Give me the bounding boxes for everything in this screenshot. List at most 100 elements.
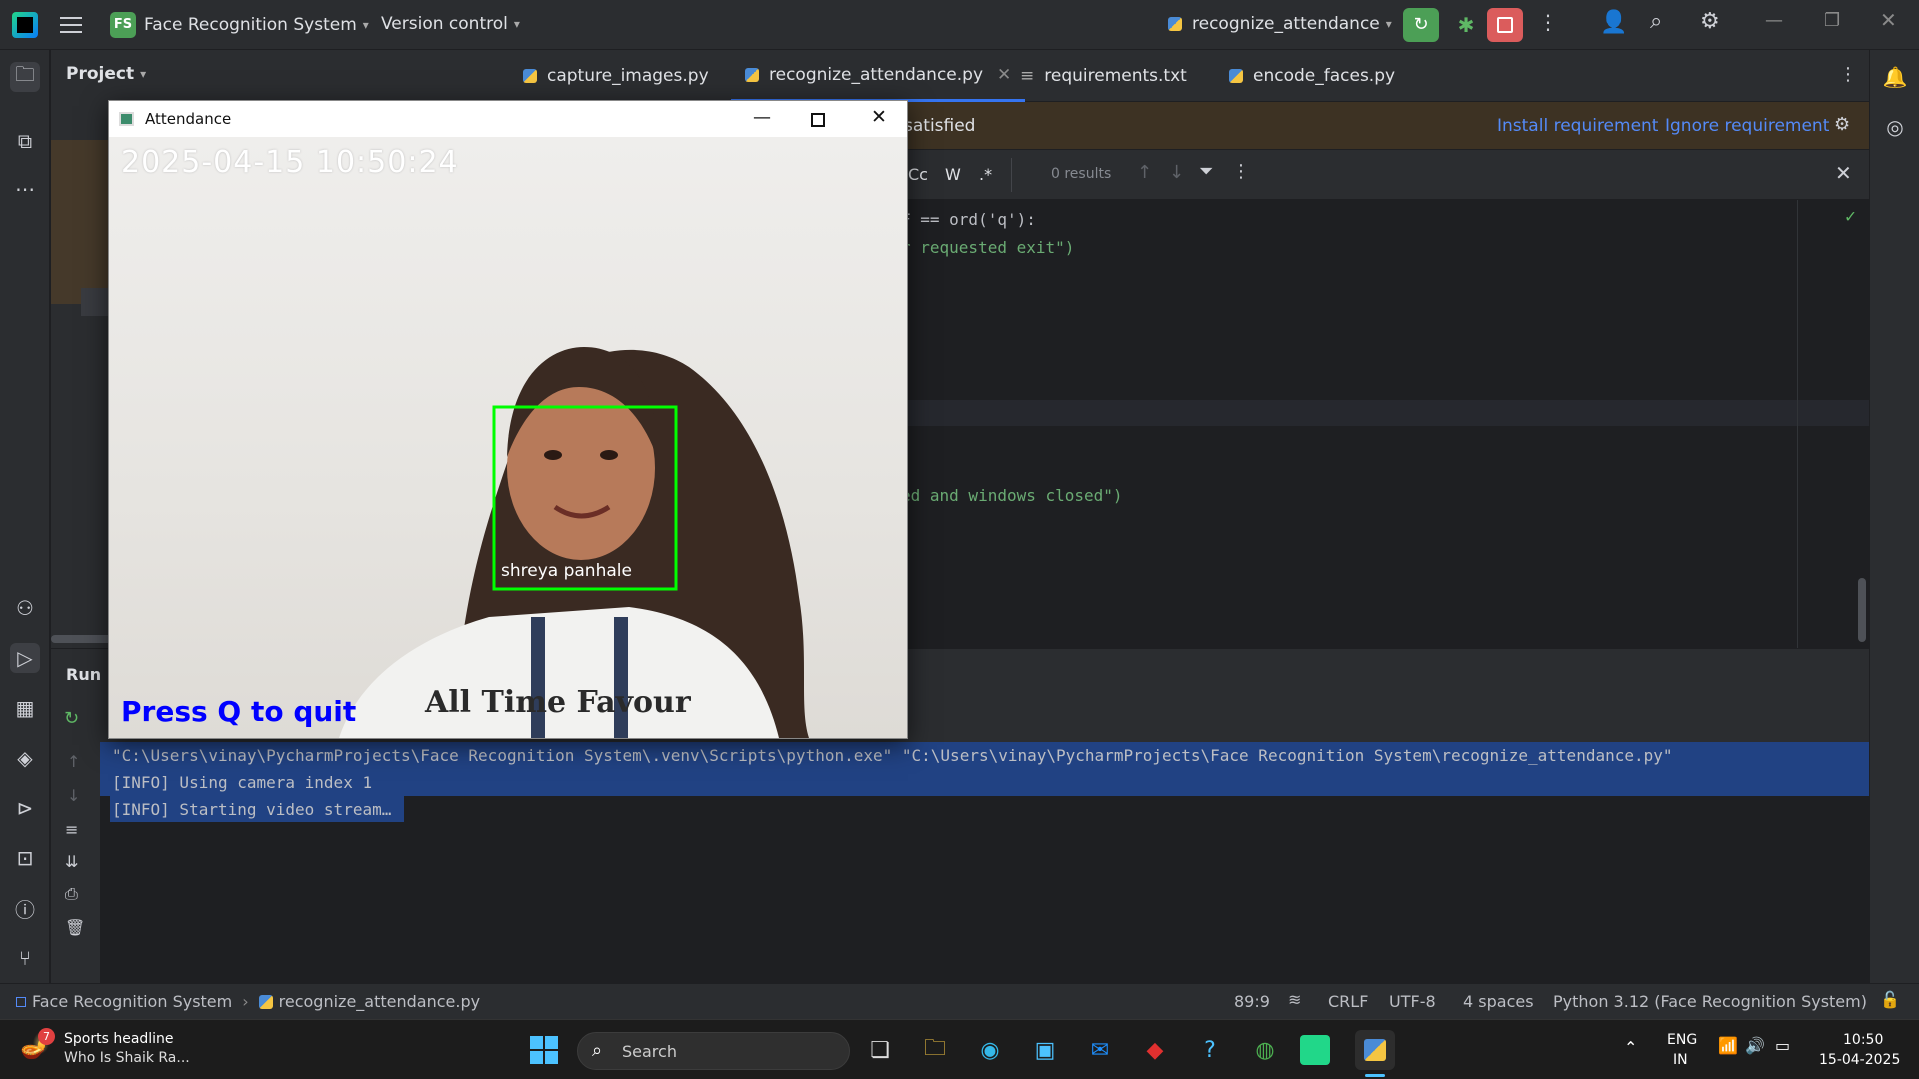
file-explorer-icon[interactable]: 🗀 xyxy=(915,1030,955,1070)
wifi-icon[interactable]: 📶 xyxy=(1718,1036,1738,1055)
tab-options-icon[interactable]: ⋮ xyxy=(1839,64,1857,85)
search-icon[interactable]: ⌕ xyxy=(1650,9,1662,34)
whole-word-toggle[interactable]: W xyxy=(945,165,961,184)
ai-assistant-icon[interactable]: ◎ xyxy=(1880,112,1910,142)
scroll-to-end-icon[interactable]: ⇊ xyxy=(65,852,78,871)
next-occurrence-icon[interactable]: ↓ xyxy=(1169,162,1184,183)
rerun-button[interactable]: ↻ xyxy=(1403,8,1439,42)
help-icon[interactable]: ? xyxy=(1190,1030,1230,1070)
news-widget[interactable]: 🪔 7 Sports headline Who Is Shaik Ra... xyxy=(20,1028,200,1072)
project-panel-header[interactable]: Project ▾ xyxy=(66,64,146,84)
scroll-up-icon[interactable]: ↑ xyxy=(67,752,80,771)
search-icon: ⌕ xyxy=(592,1040,603,1061)
outlook-icon[interactable]: ✉ xyxy=(1080,1030,1120,1070)
settings-gear-icon[interactable]: ⚙ xyxy=(1700,9,1720,34)
ignore-requirement-link[interactable]: Ignore requirement xyxy=(1665,116,1829,136)
pycharm-taskbar-icon[interactable] xyxy=(1300,1035,1330,1065)
services-icon[interactable]: ⊳ xyxy=(10,793,40,823)
run-config-selector[interactable]: recognize_attendance ▾ xyxy=(1168,14,1392,34)
tab-requirements[interactable]: ≡ requirements.txt xyxy=(1006,50,1201,102)
line-ending[interactable]: CRLF xyxy=(1328,992,1368,1011)
soft-wrap-icon[interactable]: ≡ xyxy=(65,820,78,839)
close-icon[interactable]: ✕ xyxy=(871,106,887,128)
install-requirement-link[interactable]: Install requirement xyxy=(1497,116,1658,136)
more-actions-icon[interactable]: ⋮ xyxy=(1538,10,1558,34)
layers-icon[interactable]: ◈ xyxy=(10,743,40,773)
git-icon[interactable]: ⑂ xyxy=(10,943,40,973)
structure-icon[interactable]: ⧉ xyxy=(10,126,40,156)
match-case-toggle[interactable]: Cc xyxy=(908,165,928,184)
chevron-down-icon: ▾ xyxy=(140,67,147,81)
minimize-window-icon[interactable]: — xyxy=(1765,10,1783,31)
attendance-window[interactable]: Attendance — ✕ 2025-04-15 10:50:24 shrey… xyxy=(108,100,908,739)
run-tool-icon[interactable]: ▷ xyxy=(10,643,40,673)
tab-capture-images[interactable]: capture_images.py xyxy=(509,50,723,102)
vertical-scrollbar[interactable] xyxy=(1858,578,1866,642)
python-interpreter[interactable]: Python 3.12 (Face Recognition System) xyxy=(1553,992,1867,1011)
problems-icon[interactable]: ⓘ xyxy=(10,893,40,923)
no-inspection-icon[interactable]: ≋ xyxy=(1288,990,1301,1009)
clock-date[interactable]: 15-04-2025 xyxy=(1819,1052,1900,1068)
python-file-icon xyxy=(1229,69,1243,83)
clear-console-trash-icon[interactable]: 🗑 xyxy=(65,918,85,937)
breadcrumb-project[interactable]: Face Recognition System xyxy=(32,992,232,1011)
tray-overflow-chevron-icon[interactable]: ⌃ xyxy=(1624,1038,1637,1057)
run-panel-title: Run xyxy=(66,665,102,684)
pycharm-logo-icon[interactable] xyxy=(12,12,38,38)
lock-icon[interactable]: 🔓 xyxy=(1880,990,1900,1009)
python-window-taskbar-icon[interactable] xyxy=(1355,1030,1395,1070)
attendance-title-bar[interactable]: Attendance — ✕ xyxy=(109,101,907,137)
maximize-icon[interactable] xyxy=(811,113,825,127)
project-switcher[interactable]: FS Face Recognition System ▾ xyxy=(110,12,369,38)
git-client-icon[interactable]: ◆ xyxy=(1135,1030,1175,1070)
debug-icon[interactable]: ✱ xyxy=(1450,8,1482,42)
clock-time[interactable]: 10:50 xyxy=(1843,1032,1883,1048)
person-image xyxy=(339,347,809,738)
indent-setting[interactable]: 4 spaces xyxy=(1463,992,1534,1011)
tab-encode-faces[interactable]: encode_faces.py xyxy=(1215,50,1409,102)
windows-start-icon[interactable] xyxy=(524,1030,564,1070)
language-region[interactable]: IN xyxy=(1673,1052,1688,1068)
scroll-down-icon[interactable]: ↓ xyxy=(67,786,80,805)
task-view-icon[interactable]: ❏ xyxy=(860,1030,900,1070)
version-control-menu[interactable]: Version control ▾ xyxy=(381,14,520,34)
microsoft-store-icon[interactable]: ▣ xyxy=(1025,1030,1065,1070)
tab-recognize-attendance[interactable]: recognize_attendance.py ✕ xyxy=(731,50,1026,102)
more-tools-icon[interactable]: ⋯ xyxy=(10,174,40,204)
previous-occurrence-icon[interactable]: ↑ xyxy=(1137,162,1152,183)
filter-icon[interactable]: ⏷ xyxy=(1199,161,1213,182)
breadcrumb-file[interactable]: recognize_attendance.py xyxy=(279,992,480,1011)
title-bar: FS Face Recognition System ▾ Version con… xyxy=(0,0,1919,50)
notifications-bell-icon[interactable]: 🔔 xyxy=(1880,62,1910,92)
language-code[interactable]: ENG xyxy=(1667,1032,1697,1048)
file-encoding[interactable]: UTF-8 xyxy=(1389,992,1436,1011)
breadcrumb[interactable]: Face Recognition System › recognize_atte… xyxy=(16,992,480,1011)
run-config-label: recognize_attendance xyxy=(1192,14,1380,34)
caret-position[interactable]: 89:9 xyxy=(1234,992,1270,1011)
excel-icon[interactable]: ▦ xyxy=(10,693,40,723)
terminal-icon[interactable]: ⊡ xyxy=(10,843,40,873)
run-console[interactable]: "C:\Users\vinay\PycharmProjects\Face Rec… xyxy=(100,742,1869,983)
volume-icon[interactable]: 🔊 xyxy=(1745,1036,1765,1055)
edge-browser-icon[interactable]: ◉ xyxy=(970,1030,1010,1070)
regex-toggle[interactable]: .* xyxy=(979,165,992,184)
close-find-icon[interactable]: ✕ xyxy=(1835,161,1852,185)
editor-gutter-divider xyxy=(1797,200,1798,648)
chevron-down-icon: ▾ xyxy=(513,17,520,31)
chrome-icon[interactable]: ◍ xyxy=(1245,1030,1285,1070)
find-options-icon[interactable]: ⋮ xyxy=(1232,161,1250,182)
restore-window-icon[interactable]: ❐ xyxy=(1824,10,1840,31)
stop-button[interactable] xyxy=(1487,8,1523,42)
project-folder-icon[interactable]: 🗀 xyxy=(10,62,40,92)
banner-settings-icon[interactable]: ⚙ xyxy=(1834,114,1850,135)
close-window-icon[interactable]: ✕ xyxy=(1880,8,1897,32)
battery-icon[interactable]: ▭ xyxy=(1775,1036,1790,1055)
code-with-me-icon[interactable]: 👤 xyxy=(1600,10,1627,35)
print-icon[interactable]: ⎙ xyxy=(65,884,78,904)
rerun-icon[interactable]: ↻ xyxy=(64,708,79,729)
taskbar-search-box[interactable]: ⌕ Search xyxy=(577,1032,850,1070)
minimize-icon[interactable]: — xyxy=(753,107,771,128)
python-console-icon[interactable]: ⚇ xyxy=(10,593,40,623)
console-toolbar: ↑ ↓ ≡ ⇊ ⎙ 🗑 xyxy=(51,742,100,983)
main-menu-icon[interactable] xyxy=(60,14,82,36)
